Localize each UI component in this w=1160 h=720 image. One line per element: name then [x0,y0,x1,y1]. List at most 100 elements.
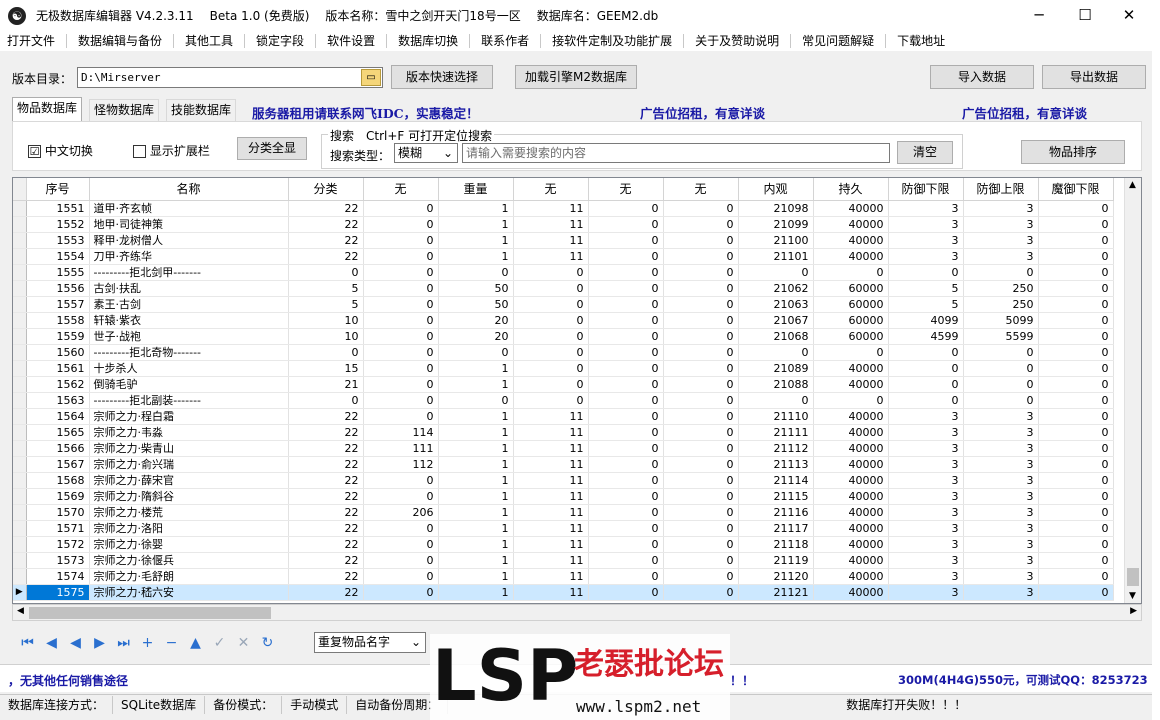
row-indicator[interactable] [13,568,27,585]
table-cell[interactable]: 22 [288,216,364,233]
refresh-icon[interactable]: ↻ [258,634,277,653]
table-cell[interactable]: 1571 [26,520,90,537]
table-cell[interactable]: 0 [663,376,739,393]
table-cell[interactable]: 0 [363,360,439,377]
table-cell[interactable]: 22 [288,472,364,489]
scroll-right-icon[interactable]: ▶ [1130,606,1137,616]
table-cell[interactable]: 21088 [738,376,814,393]
table-cell[interactable]: 1569 [26,488,90,505]
table-cell[interactable]: 0 [663,504,739,521]
table-cell[interactable]: 0 [663,296,739,313]
table-cell[interactable]: 宗师之力·程白霜 [89,408,289,425]
table-cell[interactable]: 1 [438,360,514,377]
table-cell[interactable]: 0 [963,344,1039,361]
table-cell[interactable]: 0 [963,376,1039,393]
table-cell[interactable]: 5 [288,280,364,297]
table-cell[interactable]: 40000 [813,232,889,249]
table-cell[interactable]: ---------拒北奇物------- [89,344,289,361]
table-cell[interactable]: 22 [288,424,364,441]
table-cell[interactable]: 0 [1038,280,1114,297]
table-cell[interactable]: 0 [363,344,439,361]
table-cell[interactable]: 0 [363,280,439,297]
table-cell[interactable]: 0 [363,520,439,537]
table-cell[interactable]: 21112 [738,440,814,457]
table-cell[interactable]: 3 [963,424,1039,441]
table-cell[interactable]: 114 [363,424,439,441]
table-cell[interactable]: 0 [588,440,664,457]
table-cell[interactable]: 1 [438,200,514,217]
table-cell[interactable]: 轩辕·紫衣 [89,312,289,329]
table-cell[interactable]: 1 [438,408,514,425]
table-cell[interactable]: 40000 [813,536,889,553]
table-cell[interactable]: 0 [1038,456,1114,473]
table-cell[interactable]: 0 [588,280,664,297]
table-cell[interactable]: 0 [588,376,664,393]
table-cell[interactable]: 1560 [26,344,90,361]
table-cell[interactable]: 0 [588,584,664,601]
menu-item[interactable]: 接软件定制及功能扩展 [545,31,679,51]
table-cell[interactable]: 22 [288,440,364,457]
table-cell[interactable]: 0 [663,568,739,585]
table-cell[interactable]: 道甲·齐玄帧 [89,200,289,217]
table-cell[interactable]: 0 [663,536,739,553]
table-cell[interactable]: 1562 [26,376,90,393]
table-cell[interactable]: 0 [663,520,739,537]
table-cell[interactable]: 1 [438,504,514,521]
table-cell[interactable]: 22 [288,248,364,265]
table-cell[interactable]: 1 [438,456,514,473]
table-cell[interactable]: 3 [888,248,964,265]
table-cell[interactable]: 3 [888,584,964,601]
table-cell[interactable]: 11 [513,216,589,233]
table-cell[interactable]: 0 [1038,520,1114,537]
row-indicator[interactable] [13,296,27,313]
table-cell[interactable]: 206 [363,504,439,521]
table-cell[interactable]: 宗师之力·韦淼 [89,424,289,441]
table-cell[interactable]: 0 [513,312,589,329]
delete-icon[interactable]: − [162,634,181,653]
table-row[interactable]: 1560 ---------拒北奇物------- 0 0 0 0 0 0 0 0 0 0 0 [13,344,1114,361]
table-cell[interactable]: 0 [1038,296,1114,313]
table-cell[interactable]: 0 [513,264,589,281]
table-cell[interactable]: 素王·古剑 [89,296,289,313]
row-indicator[interactable] [13,424,27,441]
table-cell[interactable]: 11 [513,584,589,601]
table-cell[interactable]: 0 [1038,392,1114,409]
table-cell[interactable]: 3 [963,232,1039,249]
table-cell[interactable]: 0 [438,344,514,361]
table-cell[interactable]: 0 [588,392,664,409]
table-cell[interactable]: 0 [588,344,664,361]
table-cell[interactable]: 1 [438,552,514,569]
table-cell[interactable]: 21089 [738,360,814,377]
column-header[interactable]: 内观 [738,178,814,201]
table-row[interactable]: 1565 宗师之力·韦淼 22 114 1 11 0 0 21111 40000 3 3 0 [13,424,1114,441]
menu-item[interactable]: 关于及赞助说明 [688,31,786,51]
table-cell[interactable]: 0 [588,568,664,585]
table-cell[interactable]: 0 [888,376,964,393]
close-button[interactable]: ✕ [1106,0,1152,31]
table-cell[interactable]: 3 [963,584,1039,601]
cancel-icon[interactable]: ✕ [234,634,253,653]
table-cell[interactable]: 刀甲·齐练华 [89,248,289,265]
table-row[interactable]: 1552 地甲·司徒神策 22 0 1 11 0 0 21099 40000 3 3 0 [13,216,1114,233]
table-cell[interactable]: 0 [663,552,739,569]
table-cell[interactable]: 60000 [813,296,889,313]
table-cell[interactable]: 22 [288,504,364,521]
table-cell[interactable]: 11 [513,408,589,425]
table-cell[interactable]: 0 [1038,376,1114,393]
table-cell[interactable]: 1565 [26,424,90,441]
show-all-categories-button[interactable]: 分类全显 [237,137,307,160]
table-cell[interactable]: 0 [663,344,739,361]
table-cell[interactable]: 0 [663,264,739,281]
table-cell[interactable]: 1 [438,216,514,233]
table-cell[interactable]: 40000 [813,424,889,441]
table-cell[interactable]: 22 [288,456,364,473]
table-row[interactable]: 1570 宗师之力·楼荒 22 206 1 11 0 0 21116 40000 3 3 0 [13,504,1114,521]
table-cell[interactable]: 1 [438,584,514,601]
menu-item[interactable]: 联系作者 [474,31,536,51]
table-cell[interactable]: 21115 [738,488,814,505]
table-row[interactable]: ▶ 1575 宗师之力·嵇六安 22 0 1 11 0 0 21121 40000 3 3 0 [13,584,1114,601]
table-row[interactable]: 1572 宗师之力·徐婴 22 0 1 11 0 0 21118 40000 3 3 0 [13,536,1114,553]
show-ext-checkbox[interactable]: 显示扩展栏 [133,142,210,159]
load-engine-button[interactable]: 加载引擎M2数据库 [515,65,637,89]
table-cell[interactable]: 11 [513,440,589,457]
